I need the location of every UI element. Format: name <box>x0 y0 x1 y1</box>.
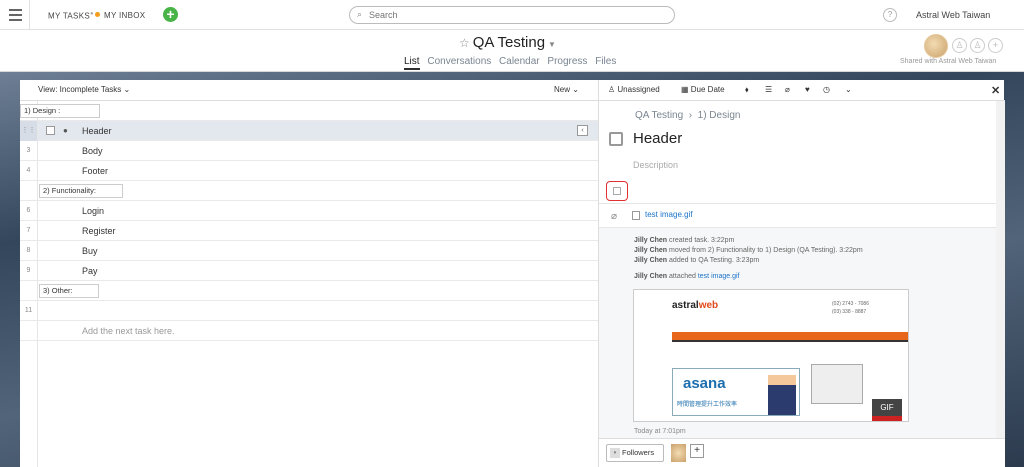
story-item: Jilly Chen added to QA Testing. 3:23pm <box>634 257 760 264</box>
close-icon[interactable]: ✕ <box>991 84 1000 97</box>
more-chevron-icon[interactable]: ⌄ <box>845 85 852 94</box>
attachment-icon[interactable]: ⌀ <box>785 85 790 94</box>
attachment-link[interactable]: test image.gif <box>645 210 693 219</box>
task-name[interactable]: Login <box>82 206 104 216</box>
task-title[interactable]: Header <box>633 130 682 147</box>
avatar[interactable] <box>671 444 686 462</box>
due-date-button[interactable]: ▦ Due Date <box>681 85 725 94</box>
view-filter-dropdown[interactable]: View: Incomplete Tasks ⌄ <box>38 85 130 94</box>
breadcrumb: QA Testing › 1) Design <box>635 110 741 121</box>
task-list-panel: View: Incomplete Tasks ⌄ New ⌄ 1) Design… <box>20 80 598 467</box>
table-row[interactable]: 8 Buy <box>20 241 598 261</box>
story-item: Jilly Chen moved from 2) Functionality t… <box>634 247 863 254</box>
task-name[interactable]: Body <box>82 146 103 156</box>
complete-task-checkbox[interactable] <box>609 132 623 146</box>
followers-bar: ◗ Followers + <box>599 438 1005 467</box>
table-row[interactable]: 9 Pay <box>20 261 598 281</box>
task-name[interactable]: Pay <box>82 266 98 276</box>
hamburger-menu-icon[interactable] <box>0 0 30 30</box>
subtasks-icon[interactable]: ☰ <box>765 85 772 94</box>
add-follower-button[interactable]: + <box>690 444 704 458</box>
search-input[interactable] <box>369 9 659 21</box>
file-icon <box>632 211 640 220</box>
section-header[interactable]: 3) Other: <box>39 284 99 298</box>
task-name[interactable]: Header <box>82 126 112 136</box>
inbox-unread-dot <box>95 12 100 17</box>
paperclip-icon: ⌀ <box>611 211 618 222</box>
section-header[interactable]: 1) Design : <box>20 104 100 118</box>
project-tabs: List Conversations Calendar Progress Fil… <box>404 56 621 70</box>
section-row[interactable]: 3) Other: <box>20 281 598 301</box>
chevron-down-icon[interactable]: ▼ <box>548 40 556 49</box>
tab-progress[interactable]: Progress <box>547 56 587 67</box>
section-row[interactable]: 1) Design : <box>20 101 598 121</box>
my-tasks-link[interactable]: MY TASKS● <box>48 11 94 21</box>
tab-list[interactable]: List <box>404 56 420 70</box>
activity-feed: Jilly Chen created task. 3:22pm Jilly Ch… <box>599 228 999 438</box>
table-row[interactable]: 11 <box>20 301 598 321</box>
new-dropdown[interactable]: New ⌄ <box>554 85 579 94</box>
collapse-arrow-icon[interactable]: ‹ <box>577 125 588 136</box>
table-row[interactable]: ⋮⋮ ● Header ‹ <box>20 121 598 141</box>
my-inbox-link[interactable]: MY INBOX <box>104 11 145 20</box>
section-header[interactable]: 2) Functionality: <box>39 184 123 198</box>
avatar[interactable] <box>924 34 948 58</box>
add-member-plus-icon[interactable]: + <box>988 38 1003 53</box>
attachment-row: ⌀ test image.gif <box>599 203 1005 228</box>
task-name[interactable]: Buy <box>82 246 98 256</box>
project-title[interactable]: ☆ QA Testing ▼ <box>459 34 569 51</box>
scrollbar[interactable] <box>996 101 1005 438</box>
subtask-checkbox-highlighted[interactable] <box>606 181 628 201</box>
tag-icon[interactable]: ⬧ <box>745 85 749 95</box>
heart-icon[interactable]: ♥ <box>805 85 810 94</box>
add-task-placeholder[interactable]: Add the next task here. <box>82 326 175 336</box>
timer-icon[interactable]: ◷ <box>823 85 830 94</box>
top-bar: MY TASKS● MY INBOX + ⌕ ? Astral Web Taiw… <box>0 0 1024 30</box>
add-task-row[interactable]: Add the next task here. <box>20 321 598 341</box>
quick-add-button[interactable]: + <box>163 7 178 22</box>
attachment-link[interactable]: test image.gif <box>698 273 740 280</box>
gif-badge: GIF <box>872 399 902 416</box>
search-icon: ⌕ <box>357 9 363 19</box>
star-icon[interactable]: ☆ <box>459 36 470 50</box>
table-row[interactable]: 3 Body <box>20 141 598 161</box>
drag-handle[interactable]: ⋮⋮ <box>20 121 38 141</box>
followers-button[interactable]: ◗ Followers <box>606 444 664 462</box>
task-name[interactable]: Register <box>82 226 116 236</box>
shared-with-text: Shared with Astral Web Taiwan <box>900 58 997 65</box>
tab-conversations[interactable]: Conversations <box>427 56 491 67</box>
task-checkbox[interactable] <box>46 126 55 135</box>
search-box[interactable]: ⌕ <box>349 6 675 24</box>
assignee-button[interactable]: ♙ Unassigned <box>608 85 660 94</box>
tab-files[interactable]: Files <box>595 56 616 67</box>
table-row[interactable]: 4 Footer <box>20 161 598 181</box>
description-field[interactable]: Description <box>633 160 678 170</box>
list-toolbar: View: Incomplete Tasks ⌄ New ⌄ <box>20 80 598 101</box>
attachment-preview-image[interactable]: astralweb (02) 2743 - 7086 (03) 338 - 888… <box>633 289 909 422</box>
section-row[interactable]: 2) Functionality: <box>20 181 598 201</box>
story-item: Jilly Chen attached test image.gif <box>634 273 740 280</box>
detail-toolbar: ♙ Unassigned ▦ Due Date ⬧ ☰ ⌀ ♥ ◷ ⌄ ✕ <box>599 80 1005 101</box>
help-button[interactable]: ? <box>883 8 897 22</box>
story-item: Jilly Chen created task. 3:22pm <box>634 237 735 244</box>
table-row[interactable]: 7 Register <box>20 221 598 241</box>
task-detail-panel: ♙ Unassigned ▦ Due Date ⬧ ☰ ⌀ ♥ ◷ ⌄ ✕ QA… <box>598 80 1005 467</box>
add-member-icon[interactable]: ♙ <box>970 38 985 53</box>
assignee-icon[interactable]: ● <box>63 126 68 135</box>
project-header: ☆ QA Testing ▼ List Conversations Calendar… <box>0 30 1024 72</box>
add-member-icon[interactable]: ♙ <box>952 38 967 53</box>
rss-icon: ◗ <box>610 448 620 458</box>
timestamp: Today at 7:01pm <box>634 428 686 435</box>
table-row[interactable]: 6 Login <box>20 201 598 221</box>
tab-calendar[interactable]: Calendar <box>499 56 540 67</box>
user-menu[interactable]: Astral Web Taiwan <box>916 10 990 20</box>
task-name[interactable]: Footer <box>82 166 108 176</box>
